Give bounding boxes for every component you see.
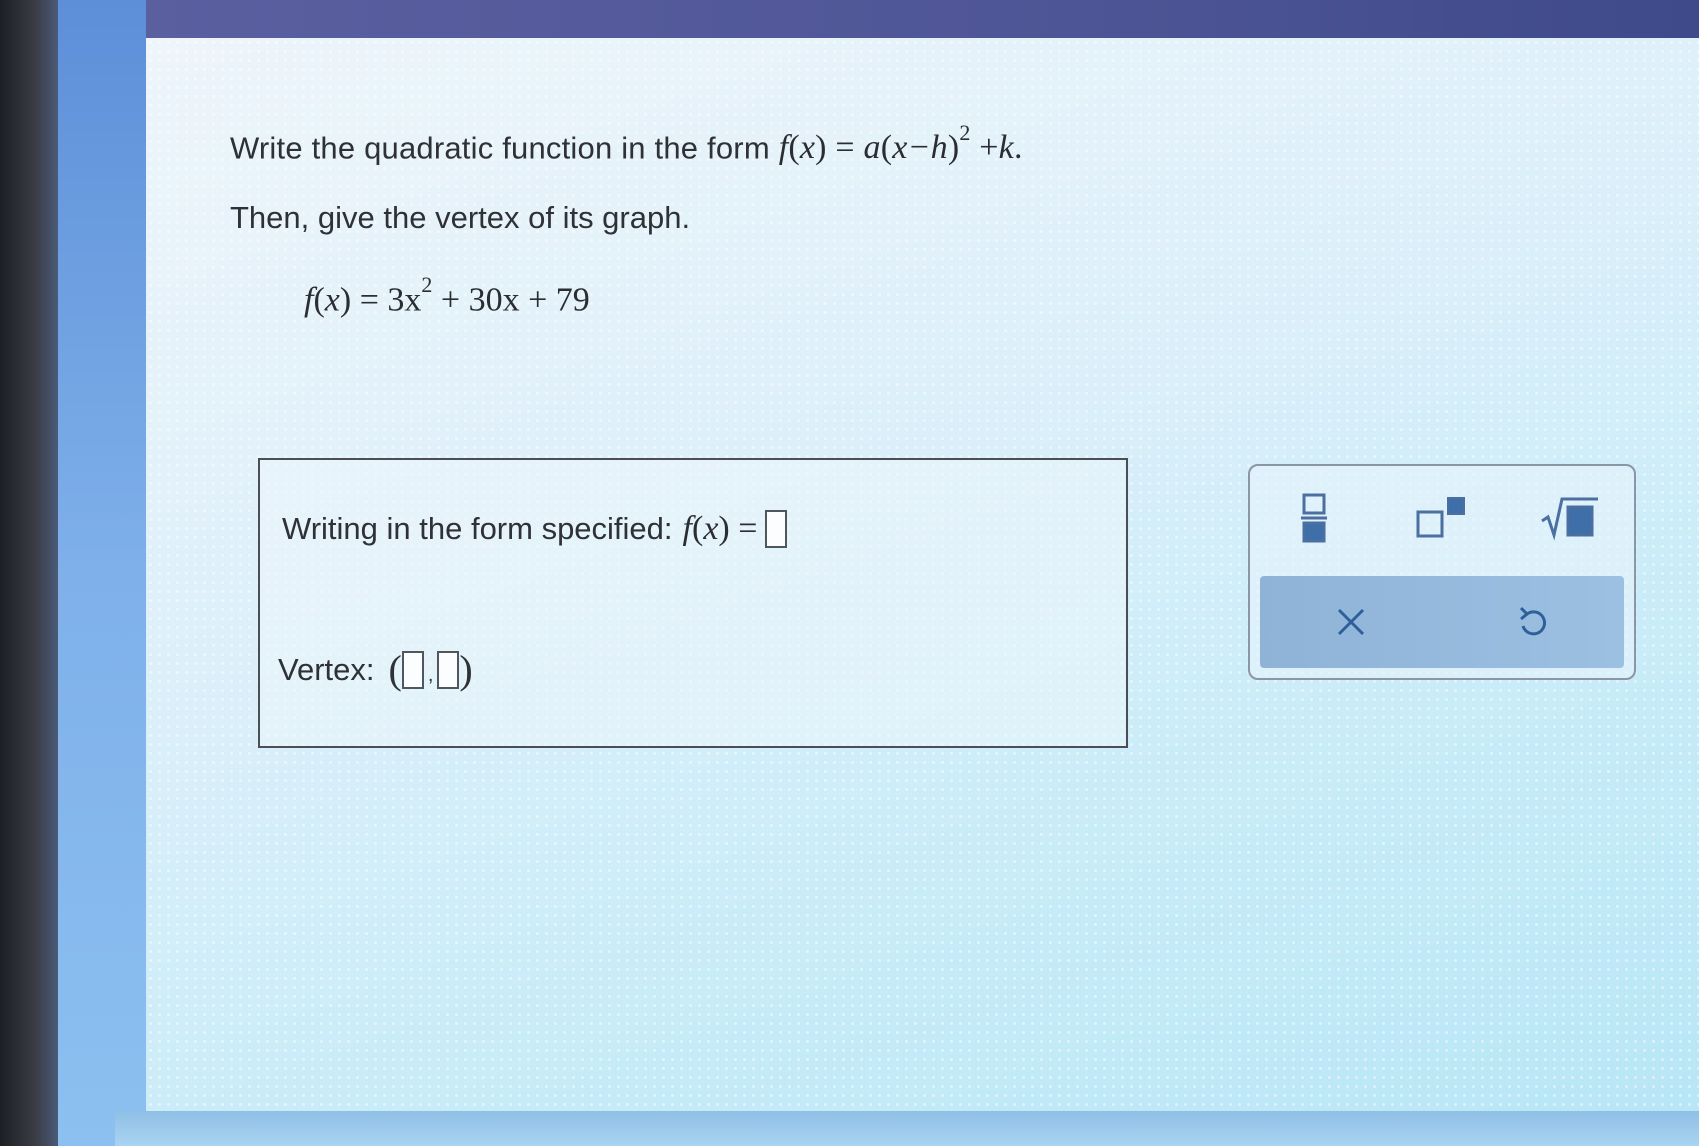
content-area: Write the quadratic function in the form…: [146, 38, 1699, 1111]
sqrt-button[interactable]: [1525, 488, 1615, 548]
sqrt-icon: [1541, 497, 1598, 541]
instruction-text: Write the quadratic function in the form: [230, 130, 770, 166]
question-page: Write the quadratic function in the form…: [146, 38, 1699, 1111]
form-period: .: [1013, 129, 1023, 167]
form-f: f: [778, 129, 789, 167]
fraction-icon: [1301, 493, 1327, 543]
form-equals: =: [835, 129, 855, 167]
answer-f: f: [682, 510, 692, 547]
tool-row: [1250, 488, 1634, 548]
fraction-button[interactable]: [1269, 488, 1359, 548]
form-answer-row: Writing in the form specified: f(x) =: [282, 510, 788, 548]
given-exponent: 2: [421, 272, 433, 297]
instruction-line: Write the quadratic function in the form…: [230, 120, 1023, 167]
undo-icon: [1519, 606, 1547, 636]
form-x: x: [799, 129, 816, 167]
given-f: f: [304, 281, 314, 319]
form-answer-label: Writing in the form specified:: [282, 511, 673, 546]
vertex-comma: ,: [427, 664, 434, 686]
vertex-label: Vertex:: [278, 651, 375, 687]
exponent-button[interactable]: [1397, 488, 1487, 548]
screen-bezel: [0, 0, 58, 1146]
function-answer-input[interactable]: [765, 510, 788, 548]
left-sidebar-strip: [58, 0, 146, 1146]
vertex-y-input[interactable]: [437, 650, 460, 689]
given-function: f(x) = 3x2 + 30x + 79: [304, 272, 590, 319]
answer-equals: =: [738, 510, 758, 547]
answer-box: Writing in the form specified: f(x) = Ve…: [258, 458, 1128, 748]
form-a: a: [863, 129, 881, 167]
close-paren: ): [459, 647, 473, 692]
undo-button[interactable]: [1493, 587, 1573, 657]
form-x-minus: x−: [892, 129, 931, 167]
clear-icon: [1337, 608, 1365, 636]
top-bar: [146, 0, 1699, 38]
bottom-band: [115, 1111, 1699, 1146]
vertex-x-input[interactable]: [401, 650, 424, 689]
form-h: h: [930, 129, 948, 167]
form-square: 2: [959, 120, 971, 145]
open-paren: (: [388, 647, 402, 692]
given-eq-3x: = 3x: [359, 281, 422, 319]
action-bar: [1260, 576, 1624, 668]
vertex-answer-row: Vertex: ( , ): [278, 646, 473, 693]
second-instruction: Then, give the vertex of its graph.: [230, 200, 691, 235]
target-form-expression: f(x) = a(x−h)2 +k.: [778, 120, 1023, 167]
answer-x: x: [703, 510, 719, 547]
form-answer-lhs: f(x) =: [682, 510, 758, 547]
exponent-icon: [1416, 497, 1465, 538]
clear-button[interactable]: [1311, 587, 1391, 657]
given-rest: + 30x + 79: [440, 281, 590, 319]
form-plus: +: [979, 129, 999, 167]
given-x: x: [324, 281, 340, 319]
math-toolbar: [1248, 464, 1636, 680]
form-k: k: [998, 129, 1014, 167]
